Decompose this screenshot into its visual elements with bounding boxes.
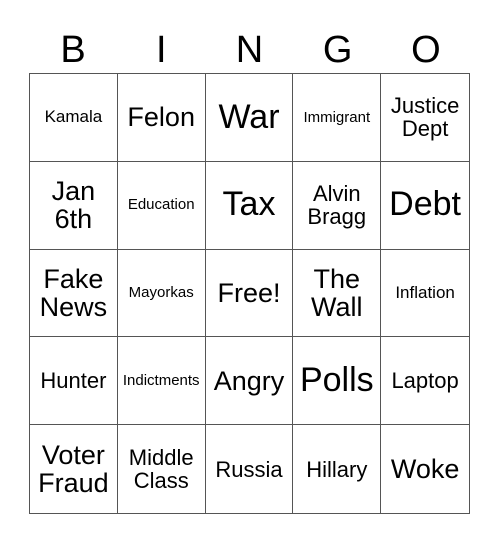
cell-label: Immigrant	[303, 108, 371, 126]
cell-label: Woke	[390, 453, 460, 484]
bingo-cell[interactable]: Jan 6th	[30, 161, 118, 250]
header-letter-g: G	[322, 29, 353, 71]
header-letter-b: B	[60, 29, 86, 71]
cell-label: Middle Class	[128, 445, 194, 494]
cell-label: Russia	[215, 456, 283, 482]
bingo-cell[interactable]: Indictments	[117, 337, 206, 426]
bingo-cell[interactable]: Kamala	[30, 74, 118, 162]
bingo-cell[interactable]: Russia	[206, 425, 294, 513]
cell-label: Felon	[127, 102, 195, 133]
cell-label: Kamala	[44, 107, 103, 127]
bingo-cell[interactable]: Polls	[293, 337, 382, 426]
bingo-cell[interactable]: Tax	[205, 161, 294, 250]
bingo-cell[interactable]: Mayorkas	[117, 249, 206, 338]
bingo-grid: Kamala Felon War Immigrant Justice Dept Jan 6…	[29, 73, 470, 514]
cell-label: Jan 6th	[51, 175, 96, 235]
free-space-cell[interactable]: Free!	[205, 249, 294, 338]
bingo-cell[interactable]: Woke	[381, 425, 469, 513]
cell-label: Polls	[299, 360, 374, 399]
bingo-cell[interactable]: Felon	[117, 74, 206, 162]
bingo-cell[interactable]: Hunter	[30, 337, 118, 426]
cell-label: The Wall	[311, 263, 363, 322]
bingo-cell[interactable]: Voter Fraud	[30, 425, 118, 513]
header-letter-i: I	[156, 29, 167, 71]
cell-label: Indictments	[122, 371, 200, 389]
bingo-cell[interactable]: Inflation	[381, 250, 469, 338]
header-letter-o: O	[411, 29, 441, 71]
bingo-cell[interactable]: Debt	[381, 162, 469, 250]
cell-label: War	[218, 97, 280, 136]
cell-label: Tax	[222, 185, 276, 224]
cell-label: Debt	[389, 185, 461, 224]
bingo-cell[interactable]: Immigrant	[293, 74, 382, 162]
cell-label: Inflation	[395, 283, 455, 303]
cell-label: Hunter	[40, 368, 107, 394]
bingo-cell[interactable]: Education	[117, 161, 206, 250]
bingo-header: B I N G O	[29, 30, 470, 70]
cell-label: Laptop	[391, 368, 459, 394]
cell-label: Fake News	[39, 263, 108, 322]
header-letter-n: N	[235, 29, 264, 71]
bingo-cell[interactable]: Angry	[205, 337, 294, 426]
bingo-cell[interactable]: Alvin Bragg	[293, 161, 382, 250]
cell-label: Free!	[217, 277, 281, 308]
cell-label: Voter Fraud	[38, 439, 109, 499]
cell-label: Mayorkas	[128, 284, 194, 302]
cell-label: Hillary	[306, 456, 368, 482]
bingo-cell[interactable]: Middle Class	[118, 425, 206, 513]
cell-label: Alvin Bragg	[307, 181, 367, 230]
cell-label: Justice Dept	[390, 93, 460, 142]
bingo-cell[interactable]: Justice Dept	[381, 74, 469, 162]
bingo-cell[interactable]: The Wall	[293, 249, 382, 338]
bingo-cell[interactable]: Fake News	[30, 249, 118, 338]
cell-label: Angry	[213, 365, 285, 396]
bingo-cell[interactable]: War	[205, 74, 294, 162]
bingo-cell[interactable]: Hillary	[293, 425, 382, 513]
cell-label: Education	[127, 196, 195, 214]
bingo-cell[interactable]: Laptop	[381, 337, 469, 426]
